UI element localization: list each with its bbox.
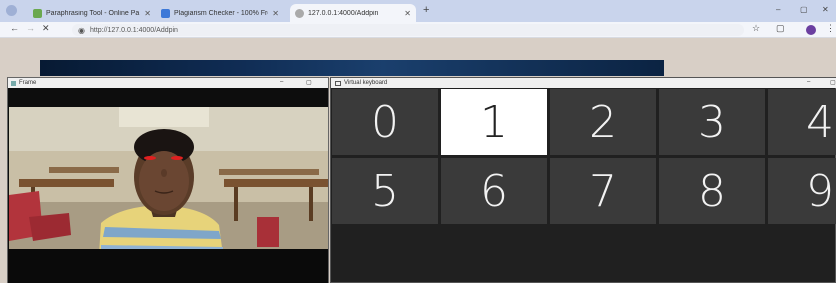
- back-arrow-icon[interactable]: ←: [10, 23, 19, 33]
- close-tab-icon[interactable]: ✕: [404, 9, 411, 18]
- keyboard-titlebar: Virtual keyboard – ▢: [331, 78, 836, 88]
- digit-key-3[interactable]: 3: [659, 89, 765, 155]
- browser-tab-active[interactable]: 127.0.0.1:4000/Addpin ✕: [290, 4, 416, 22]
- url-text: http://127.0.0.1:4000/Addpin: [89, 26, 178, 34]
- digit-key-label: 1: [480, 96, 508, 148]
- extensions-icon[interactable]: ▢: [776, 23, 785, 34]
- close-tab-icon[interactable]: ✕: [272, 9, 279, 18]
- digit-key-6[interactable]: 6: [441, 158, 547, 224]
- close-tab-icon[interactable]: ✕: [144, 9, 151, 18]
- digit-key-label: 7: [589, 165, 617, 217]
- digit-key-label: 4: [806, 96, 834, 148]
- camera-feed: [9, 107, 328, 255]
- digit-key-label: 6: [480, 165, 508, 217]
- keyboard-minimize-button[interactable]: –: [807, 79, 810, 85]
- site-info-icon[interactable]: ◉: [78, 26, 85, 35]
- frame-bottom-area: [8, 249, 328, 283]
- digit-key-2[interactable]: 2: [550, 89, 656, 155]
- digit-key-0[interactable]: 0: [332, 89, 438, 155]
- minimize-window-button[interactable]: –: [776, 5, 780, 14]
- browser-tab-strip: Paraphrasing Tool - Online Pa ✕ Plagiari…: [0, 0, 836, 22]
- close-window-button[interactable]: ✕: [822, 5, 829, 14]
- tab-favicon-icon: [295, 8, 304, 18]
- frame-window: Frame – ▢: [7, 77, 329, 283]
- browser-menu-icon[interactable]: ⋮: [826, 23, 835, 34]
- digit-key-label: 0: [371, 96, 399, 148]
- new-tab-button[interactable]: +: [423, 4, 429, 16]
- digit-key-label: 5: [371, 165, 399, 217]
- tab-search-icon[interactable]: [6, 5, 17, 16]
- frame-app-icon: [11, 80, 16, 86]
- keyboard-app-icon: [335, 80, 341, 86]
- digit-key-label: 2: [589, 96, 617, 148]
- stop-loading-icon[interactable]: ✕: [42, 23, 50, 34]
- tab-label: Plagiarism Checker - 100% Fre: [174, 9, 269, 17]
- profile-avatar[interactable]: [806, 25, 816, 35]
- page-banner: [40, 60, 664, 76]
- maximize-window-button[interactable]: ▢: [800, 5, 808, 14]
- digit-key-7[interactable]: 7: [550, 158, 656, 224]
- bookmark-star-icon[interactable]: ☆: [752, 23, 760, 34]
- virtual-keyboard-window: Virtual keyboard – ▢ 0 1 2 3 4 5 6 7 8 9: [330, 77, 836, 283]
- digit-key-9[interactable]: 9: [768, 158, 836, 224]
- digit-key-5[interactable]: 5: [332, 158, 438, 224]
- frame-titlebar: Frame – ▢: [8, 78, 328, 88]
- tab-favicon-icon: [161, 8, 170, 18]
- tab-label: Paraphrasing Tool - Online Pa: [46, 9, 140, 17]
- address-bar[interactable]: ◉ http://127.0.0.1:4000/Addpin: [72, 24, 744, 36]
- browser-tab[interactable]: Paraphrasing Tool - Online Pa ✕: [28, 4, 156, 22]
- frame-maximize-button[interactable]: ▢: [306, 79, 312, 86]
- tab-favicon-icon: [33, 8, 42, 18]
- keyboard-maximize-button[interactable]: ▢: [830, 79, 836, 86]
- frame-minimize-button[interactable]: –: [280, 79, 283, 85]
- frame-title: Frame: [19, 80, 37, 86]
- browser-tab[interactable]: Plagiarism Checker - 100% Fre ✕: [156, 4, 284, 22]
- digit-key-label: 3: [698, 96, 726, 148]
- browser-toolbar: ← → ✕ ◉ http://127.0.0.1:4000/Addpin ☆ ▢…: [0, 22, 836, 38]
- digit-key-4[interactable]: 4: [768, 89, 836, 155]
- digit-key-1-selected[interactable]: 1: [441, 89, 547, 155]
- forward-arrow-icon[interactable]: →: [26, 23, 35, 33]
- digit-key-label: 9: [806, 165, 834, 217]
- digit-key-8[interactable]: 8: [659, 158, 765, 224]
- digit-key-label: 8: [698, 165, 726, 217]
- camera-scene: [9, 107, 328, 255]
- tab-label: 127.0.0.1:4000/Addpin: [308, 9, 379, 17]
- keyboard-title: Virtual keyboard: [344, 80, 388, 86]
